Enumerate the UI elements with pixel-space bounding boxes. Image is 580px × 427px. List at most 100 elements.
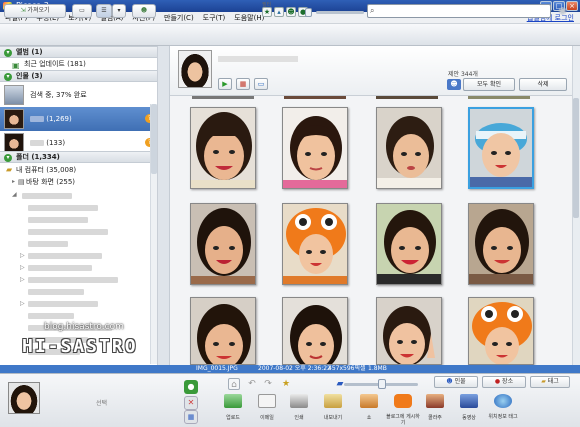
blog-button[interactable] bbox=[392, 394, 414, 414]
star-icon[interactable]: ★ bbox=[280, 378, 292, 390]
sidebar-scroll-thumb[interactable] bbox=[151, 104, 157, 174]
face-thumbnail[interactable] bbox=[468, 203, 534, 285]
movie-label: 쇼 bbox=[366, 415, 372, 421]
expand-icon[interactable]: ◢ bbox=[12, 191, 17, 198]
tray-selected-thumbnail[interactable] bbox=[8, 382, 40, 414]
email-button[interactable] bbox=[256, 394, 278, 414]
person-name-blurred bbox=[218, 56, 298, 62]
suggestion-count: 제안 344개 bbox=[448, 71, 478, 78]
my-computer-label: 내 컴퓨터 (35,008) bbox=[16, 166, 77, 174]
play-slideshow-button[interactable]: ▶ bbox=[218, 78, 232, 90]
search-input[interactable] bbox=[382, 6, 548, 16]
print-button[interactable] bbox=[288, 394, 310, 414]
movie-button[interactable] bbox=[358, 394, 380, 414]
collapse-icon[interactable]: ▾ bbox=[4, 154, 12, 162]
export-folder-button[interactable] bbox=[322, 394, 344, 414]
folder-name-blurred[interactable] bbox=[28, 229, 108, 235]
expand-icon[interactable]: ▷ bbox=[20, 252, 25, 259]
face-thumbnail[interactable] bbox=[376, 203, 442, 285]
thumbnail-size-knob[interactable] bbox=[378, 379, 386, 389]
face-thumbnail[interactable] bbox=[376, 107, 442, 189]
watermark-url: blog.hisastro.com bbox=[44, 322, 124, 332]
import-button[interactable]: ⇲ 가져오기 bbox=[4, 4, 66, 18]
menu-tools[interactable]: 도구(T) bbox=[198, 12, 230, 24]
rotate-right-icon[interactable]: ↷ bbox=[262, 378, 274, 390]
reject-label: 삭제 bbox=[537, 81, 549, 88]
tab-tags[interactable]: ▰ 태그 bbox=[530, 376, 570, 388]
face-thumbnail[interactable] bbox=[282, 107, 348, 189]
expand-icon[interactable]: ▷ bbox=[20, 264, 25, 271]
confirm-all-button[interactable]: 모두 확인 bbox=[463, 78, 515, 91]
expand-icon[interactable]: ▸ bbox=[12, 176, 15, 188]
partial-thumb[interactable] bbox=[376, 96, 438, 99]
sidebar-item-desktop[interactable]: ▸ ▤ 바탕 화면 (255) bbox=[0, 176, 157, 188]
folders-section-header[interactable]: ▾ 폴더 (1,334) bbox=[0, 151, 157, 163]
folder-name-blurred[interactable] bbox=[28, 301, 98, 307]
desktop-icon: ▤ bbox=[18, 178, 25, 186]
add-to-album-icon[interactable]: ▦ bbox=[184, 410, 198, 424]
partial-thumb[interactable] bbox=[284, 96, 346, 99]
partial-thumb[interactable] bbox=[468, 96, 530, 99]
albums-section-header[interactable]: ▾ 앨범 (1) bbox=[0, 46, 157, 58]
filter-upload-icon[interactable]: ▴ bbox=[274, 7, 284, 17]
view-toggle-button[interactable]: ▭ bbox=[72, 4, 92, 18]
folder-name-blurred[interactable] bbox=[28, 253, 102, 259]
face-thumbnail[interactable] bbox=[282, 297, 348, 365]
sidebar-item-my-computer[interactable]: ▰ 내 컴퓨터 (35,008) bbox=[0, 164, 157, 176]
expand-icon[interactable]: ▷ bbox=[20, 276, 25, 283]
export-button[interactable]: ▭ bbox=[254, 78, 268, 90]
expand-icon[interactable]: ▷ bbox=[20, 300, 25, 307]
filter-date-slider[interactable] bbox=[316, 11, 364, 14]
people-view-button[interactable]: ☻ bbox=[132, 4, 156, 18]
filter-people-icon[interactable]: ☻ bbox=[286, 7, 296, 17]
panel-splitter[interactable] bbox=[158, 46, 170, 365]
folder-name-blurred[interactable] bbox=[28, 217, 88, 223]
video-label: 동영상 bbox=[462, 415, 476, 421]
folder-name-blurred[interactable] bbox=[28, 289, 84, 295]
folder-name-blurred[interactable] bbox=[28, 277, 118, 283]
avatar bbox=[4, 133, 24, 153]
upload-button[interactable] bbox=[222, 394, 244, 414]
collage-button[interactable]: ▦ bbox=[236, 78, 250, 90]
geotag-button[interactable] bbox=[492, 394, 514, 414]
face-thumbnail[interactable] bbox=[190, 203, 256, 285]
list-view-button[interactable]: ☰ bbox=[96, 4, 112, 18]
collapse-icon[interactable]: ▾ bbox=[4, 73, 12, 81]
face-thumbnail[interactable] bbox=[190, 107, 256, 189]
clear-selection-icon[interactable]: ✕ bbox=[184, 396, 198, 410]
filmstrip-icon bbox=[460, 394, 478, 408]
face-thumbnail[interactable] bbox=[282, 203, 348, 285]
search-field[interactable] bbox=[367, 4, 551, 18]
folder-name-blurred[interactable] bbox=[28, 265, 92, 271]
reject-button[interactable]: 삭제 bbox=[519, 78, 567, 91]
folder-name-blurred[interactable] bbox=[28, 205, 98, 211]
face-thumbnail[interactable] bbox=[468, 297, 534, 365]
sidebar-item-recent-updates[interactable]: ▣ 최근 업데이트 (181) bbox=[0, 58, 157, 70]
grid-scroll-thumb[interactable] bbox=[573, 98, 579, 218]
view-dropdown-button[interactable]: ▾ bbox=[112, 4, 126, 18]
people-section-header[interactable]: ▾ 인물 (3) bbox=[0, 70, 157, 82]
sidebar-item-unnamed-scan[interactable]: 검색 중, 37% 완료 bbox=[0, 83, 157, 107]
tab-places[interactable]: ● 장소 bbox=[482, 376, 526, 388]
face-thumbnail-selected[interactable] bbox=[468, 107, 534, 189]
status-filename: IMG_0015.JPG bbox=[196, 365, 238, 372]
filter-slider-knob[interactable] bbox=[305, 8, 312, 17]
home-icon[interactable]: ⌂ bbox=[228, 378, 240, 390]
rotate-left-icon[interactable]: ↶ bbox=[246, 378, 258, 390]
collapse-icon[interactable]: ▾ bbox=[4, 49, 12, 57]
hold-icon[interactable]: ● bbox=[184, 380, 198, 394]
video-button[interactable] bbox=[458, 394, 480, 414]
filter-starred-icon[interactable]: ★ bbox=[262, 7, 272, 17]
sidebar-item-person-1[interactable]: (1,269) ? bbox=[0, 107, 157, 131]
menu-create[interactable]: 만들기(C) bbox=[159, 12, 198, 24]
face-thumbnail[interactable] bbox=[376, 297, 442, 365]
folder-name-blurred[interactable] bbox=[28, 241, 68, 247]
face-thumbnail[interactable] bbox=[190, 297, 256, 365]
avatar bbox=[4, 109, 24, 129]
folder-name-blurred[interactable] bbox=[22, 193, 72, 199]
partial-thumb[interactable] bbox=[192, 96, 254, 99]
tab-people[interactable]: ☻ 인물 bbox=[434, 376, 478, 388]
folder-name-blurred[interactable] bbox=[28, 313, 74, 319]
collage-tray-button[interactable] bbox=[424, 394, 446, 414]
person-count-label: (1,269) bbox=[46, 115, 72, 123]
